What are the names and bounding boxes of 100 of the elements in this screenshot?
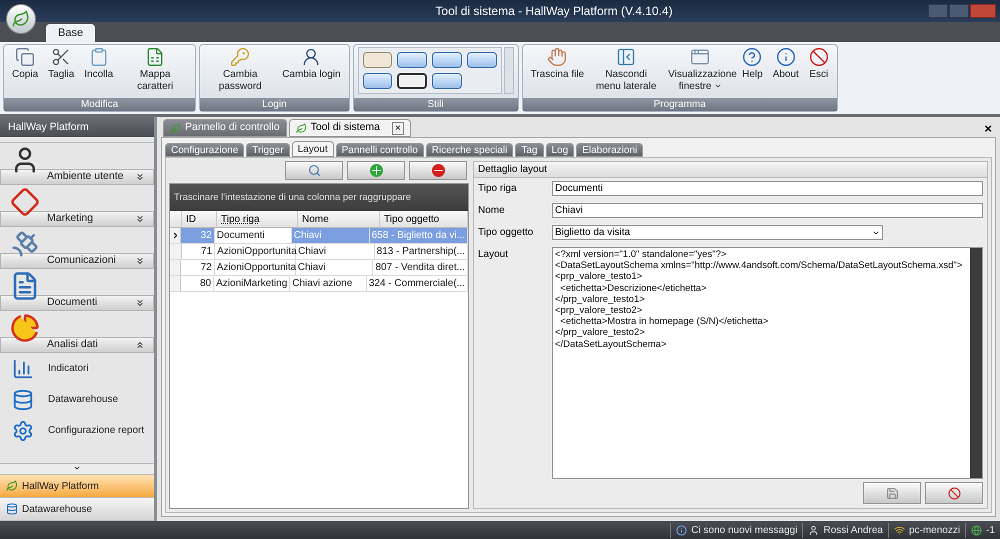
user-icon xyxy=(808,524,820,536)
style-swatch[interactable] xyxy=(397,52,428,68)
diamond-icon xyxy=(10,187,40,217)
add-button[interactable] xyxy=(347,161,405,180)
ribbon-button[interactable]: Help xyxy=(738,47,767,81)
ribbon-button[interactable]: Nascondi menu laterale xyxy=(590,47,662,93)
tab[interactable]: Configurazione xyxy=(165,143,244,157)
leaf-icon xyxy=(6,480,18,492)
table-row[interactable]: 71 AzioniOpportunitaChiavi 813 - Partnership(... xyxy=(170,244,468,260)
nav-button[interactable]: Datawarehouse xyxy=(0,498,154,521)
style-swatch[interactable] xyxy=(362,52,392,68)
table-cell: 658 - Biglietto da vi... xyxy=(370,228,468,243)
xml-line: </DataSetLayoutSchema> xyxy=(555,338,668,350)
panel-icon xyxy=(616,47,636,67)
sidebar-group-header[interactable]: Comunicazioni xyxy=(0,253,154,269)
xml-line: <prp_valore_testo1> xyxy=(555,271,644,283)
close-all-button[interactable]: × xyxy=(984,121,996,137)
scrollbar[interactable] xyxy=(970,248,982,478)
text-field[interactable]: Chiavi xyxy=(552,203,983,218)
style-swatch[interactable] xyxy=(432,52,462,68)
gallery-scrollbar[interactable] xyxy=(504,47,514,94)
tab[interactable]: Ricerche speciali xyxy=(426,143,514,157)
scissors-icon xyxy=(51,47,72,67)
column-header[interactable]: ID xyxy=(182,211,217,227)
collapse-icon xyxy=(135,340,145,350)
text-field[interactable]: Documenti xyxy=(552,181,983,196)
status-text: pc-menozzi xyxy=(908,524,960,538)
group-title: Login xyxy=(200,98,349,111)
xml-line: <etichetta>Descrizione</etichetta> xyxy=(559,282,708,294)
sidebar-group-header[interactable]: Marketing xyxy=(0,211,154,227)
database-icon xyxy=(12,388,34,410)
document-tab[interactable]: Tool di sistema × xyxy=(288,119,411,137)
ribbon-button[interactable]: Esci xyxy=(804,47,833,81)
style-gallery[interactable] xyxy=(358,47,502,94)
table-row[interactable]: 32 Documenti Chiavi 658 - Biglietto da vi... xyxy=(170,228,468,244)
table-cell: Chiavi azione xyxy=(290,276,367,291)
tab[interactable]: Trigger xyxy=(246,143,290,157)
xml-line: </prp_valore_testo1> xyxy=(555,294,646,306)
leaf-icon xyxy=(12,10,30,28)
sidebar-group-header[interactable]: Analisi dati xyxy=(0,337,154,353)
tab[interactable]: Elaborazioni xyxy=(576,143,644,157)
column-header[interactable]: Tipo riga xyxy=(217,211,298,227)
ribbon-button[interactable]: Incolla xyxy=(80,47,118,81)
table-cell: AzioniOpportunita xyxy=(214,260,296,275)
key-icon xyxy=(230,47,250,67)
group-title: Modifica xyxy=(4,98,196,111)
info-icon xyxy=(776,47,796,67)
sidebar-item[interactable]: Indicatori xyxy=(0,353,154,384)
table-cell: 72 xyxy=(181,260,215,275)
splitter-icon[interactable] xyxy=(73,464,81,472)
status-text: Rossi Andrea xyxy=(823,524,883,538)
table-row[interactable]: 72 AzioniOpportunitaChiavi 807 - Vendita diret... xyxy=(170,260,468,276)
tab[interactable]: Layout xyxy=(292,141,334,157)
exit-icon xyxy=(808,47,829,67)
style-swatch[interactable] xyxy=(397,73,428,89)
document-tab[interactable]: Pannello di controllo xyxy=(163,119,287,137)
app-logo[interactable] xyxy=(6,4,36,34)
pie-chart-icon xyxy=(10,313,40,343)
panel-title: Dettaglio layout xyxy=(474,162,987,178)
window-title: Tool di sistema - HallWay Platform (V.4.10.4) xyxy=(435,3,673,20)
sidebar-item[interactable]: Datawarehouse xyxy=(0,384,154,415)
ribbon-button[interactable]: Copia xyxy=(8,47,42,81)
ribbon-button[interactable]: Mappa caratteri xyxy=(119,47,192,93)
chart-icon xyxy=(12,358,34,380)
ribbon-tab[interactable]: Base xyxy=(46,24,96,42)
ribbon-button[interactable]: About xyxy=(768,47,803,81)
ribbon-button[interactable]: Cambia password xyxy=(204,47,276,93)
tab[interactable]: Tag xyxy=(515,143,544,157)
nav-button[interactable]: HallWay Platform xyxy=(0,475,154,498)
ribbon-button[interactable]: Trascina file xyxy=(526,47,588,81)
tab[interactable]: Pannelli controllo xyxy=(336,143,424,157)
cancel-button[interactable] xyxy=(925,482,983,504)
dropdown-field[interactable]: Biglietto da visita xyxy=(552,225,883,240)
ribbon-button[interactable]: Cambia login xyxy=(278,47,345,81)
table-row[interactable]: 80 AzioniMarketing Chiavi azione 324 - Commerciale(... xyxy=(170,276,468,292)
tab[interactable]: Log xyxy=(546,143,574,157)
save-button[interactable] xyxy=(863,482,921,504)
report-settings-icon xyxy=(12,420,34,442)
table-cell: AzioniOpportunita xyxy=(215,244,296,259)
table-cell: 32 xyxy=(181,228,215,243)
sidebar-group-header[interactable]: Documenti xyxy=(0,295,154,311)
leaf-icon xyxy=(296,122,307,134)
search-button[interactable] xyxy=(285,161,343,180)
ribbon-button[interactable]: Taglia xyxy=(44,47,78,81)
sidebar-group-header[interactable]: Ambiente utente xyxy=(0,169,154,185)
remove-button[interactable] xyxy=(409,161,467,180)
style-swatch[interactable] xyxy=(362,73,392,89)
style-swatch[interactable] xyxy=(432,73,462,89)
save-icon xyxy=(886,486,898,500)
field-label: Tipo oggetto xyxy=(478,226,534,240)
column-header[interactable]: Nome xyxy=(298,211,380,227)
ribbon-button[interactable]: Visualizzazione finestre xyxy=(664,47,736,93)
table-cell: Chiavi xyxy=(296,244,375,259)
sidebar-item[interactable]: Configurazione report xyxy=(0,415,154,446)
style-swatch[interactable] xyxy=(466,52,497,68)
tab-close-button[interactable]: × xyxy=(392,122,404,134)
column-header[interactable]: Tipo oggetto xyxy=(380,211,468,227)
expand-icon xyxy=(135,172,145,182)
layout-textarea[interactable] xyxy=(552,247,983,479)
globe-icon xyxy=(971,524,982,536)
